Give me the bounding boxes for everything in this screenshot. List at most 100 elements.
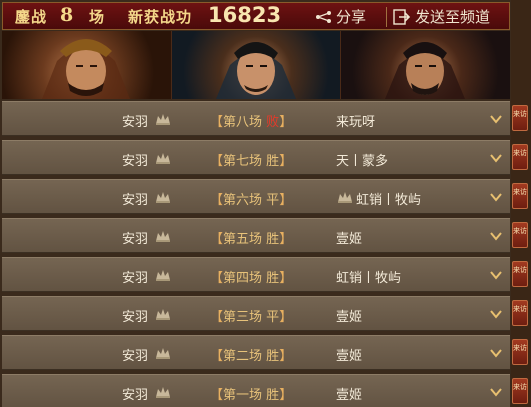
send-to-channel-button[interactable]: 发送至频道 [393,6,490,27]
opponent-name: 壹姬 [336,232,363,247]
bracket-close: 】 [279,271,293,286]
match-number: 第二场 [223,349,263,364]
match-result: 胜 [266,349,280,364]
battle-count: 8 [60,4,74,26]
bracket-close: 】 [279,115,293,130]
chevron-down-icon[interactable] [490,271,502,280]
bracket-close: 】 [279,388,293,403]
battle-record-row[interactable]: 安羽 【第一场 胜】 壹姬 [2,374,510,407]
match-number: 第七场 [223,154,263,169]
opponent-name-wrap: 天丨蒙多 [336,150,388,169]
battle-suffix: 场 [89,8,106,26]
exploit-label: 新获战功 [128,8,193,26]
bracket-close: 】 [279,232,293,247]
chevron-down-icon[interactable] [490,349,502,358]
battle-record-row[interactable]: 安羽 【第二场 胜】 壹姬 [2,335,510,370]
rank-emblem-icon [154,346,172,360]
match-number: 第六场 [223,193,263,208]
general-portrait-1 [2,31,172,99]
player-name: 安羽 [122,349,149,364]
match-label: 【第一场 胜】 [210,384,292,403]
share-button[interactable]: 分享 [315,6,366,27]
visit-tab[interactable]: 来访 [512,144,528,170]
match-number: 第八场 [223,115,263,130]
opponent-name-wrap: 壹姬 [336,228,362,247]
bracket-close: 】 [279,193,293,208]
rank-emblem-icon [154,307,172,321]
match-result: 败 [266,115,280,130]
visit-tab[interactable]: 来访 [512,105,528,131]
match-label: 【第二场 胜】 [210,345,292,364]
opponent-name: 壹姬 [336,349,363,364]
general-portrait-3 [341,31,510,99]
battle-report-panel: 鏖战 8 场 新获战功 16823 分享 发送至频道 安羽 【第八场 败】 来玩… [0,0,531,407]
chevron-down-icon[interactable] [490,115,502,124]
player-name: 安羽 [122,115,149,130]
opponent-name-wrap: 来玩呀 [336,111,375,130]
general-portrait-2 [171,31,342,99]
battle-record-row[interactable]: 安羽 【第三场 平】 壹姬 [2,296,510,331]
bracket-open: 【 [210,154,224,169]
visit-tab[interactable]: 来访 [512,378,528,404]
battle-record-row[interactable]: 安羽 【第四场 胜】 虹销丨牧屿 [2,257,510,292]
rank-emblem-icon [154,151,172,165]
share-label: 分享 [336,8,367,26]
match-label: 【第七场 胜】 [210,150,292,169]
visit-tab[interactable]: 来访 [512,300,528,326]
bracket-open: 【 [210,310,224,325]
battle-record-row[interactable]: 安羽 【第六场 平】 虹销丨牧屿 [2,179,510,214]
player-name: 安羽 [122,310,149,325]
match-result: 胜 [266,388,280,403]
bracket-open: 【 [210,115,224,130]
rank-emblem-icon [154,229,172,243]
battle-record-row[interactable]: 安羽 【第五场 胜】 壹姬 [2,218,510,253]
player-name: 安羽 [122,232,149,247]
general-portraits [2,31,510,99]
visit-tab[interactable]: 来访 [512,222,528,248]
battle-prefix: 鏖战 [15,8,48,26]
bracket-close: 】 [279,310,293,325]
opponent-name: 来玩呀 [336,115,376,130]
match-label: 【第五场 胜】 [210,228,292,247]
chevron-down-icon[interactable] [490,388,502,397]
match-result: 平 [266,193,280,208]
bracket-open: 【 [210,232,224,247]
opponent-name: 天丨蒙多 [336,154,389,169]
bracket-open: 【 [210,349,224,364]
header-bar: 鏖战 8 场 新获战功 16823 分享 发送至频道 [2,2,510,30]
battle-record-row[interactable]: 安羽 【第七场 胜】 天丨蒙多 [2,140,510,175]
opponent-name: 虹销丨牧屿 [356,193,422,208]
visit-tab[interactable]: 来访 [512,261,528,287]
match-number: 第一场 [223,388,263,403]
rank-emblem-icon [154,385,172,399]
match-label: 【第四场 胜】 [210,267,292,286]
rank-emblem-icon [154,268,172,282]
bracket-open: 【 [210,388,224,403]
visit-tab[interactable]: 来访 [512,183,528,209]
opponent-name: 壹姬 [336,388,363,403]
chevron-down-icon[interactable] [490,310,502,319]
chevron-down-icon[interactable] [490,232,502,241]
match-label: 【第六场 平】 [210,189,292,208]
chevron-down-icon[interactable] [490,154,502,163]
match-result: 平 [266,310,280,325]
chevron-down-icon[interactable] [490,193,502,202]
opponent-name-wrap: 虹销丨牧屿 [336,267,401,286]
match-result: 胜 [266,232,280,247]
battle-record-row[interactable]: 安羽 【第八场 败】 来玩呀 [2,101,510,136]
opponent-name: 虹销丨牧屿 [336,271,402,286]
send-label: 发送至频道 [415,8,491,26]
bracket-close: 】 [279,349,293,364]
opponent-emblem-icon [336,190,354,208]
exploit-value: 16823 [208,3,282,27]
match-label: 【第八场 败】 [210,111,292,130]
bracket-open: 【 [210,193,224,208]
header-divider [386,7,387,27]
visit-tab[interactable]: 来访 [512,339,528,365]
rank-emblem-icon [154,112,172,126]
player-name: 安羽 [122,271,149,286]
player-name: 安羽 [122,154,149,169]
bracket-open: 【 [210,271,224,286]
match-result: 胜 [266,271,280,286]
player-name: 安羽 [122,388,149,403]
